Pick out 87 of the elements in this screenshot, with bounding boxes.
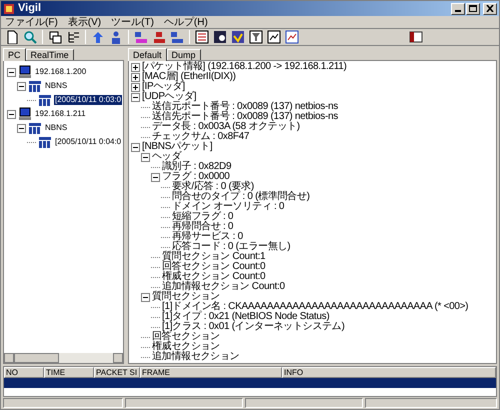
column-header[interactable]: TIME: [44, 367, 94, 378]
list-icon: [195, 30, 209, 44]
tree-item[interactable]: 権威セクション: [152, 342, 220, 352]
window-title: Vigil: [18, 1, 42, 16]
expand-icon[interactable]: [131, 82, 140, 92]
tree-item[interactable]: 再帰問合せ : 0: [172, 222, 234, 232]
tab[interactable]: Default: [128, 48, 167, 61]
tree-item[interactable]: 送信先ポート番号 : 0x0089 (137) netbios-ns: [152, 112, 338, 122]
tree-view-icon: [66, 30, 80, 44]
tree-item[interactable]: フラグ : 0x0000: [162, 172, 230, 182]
tree-item[interactable]: 質問セクション: [152, 292, 220, 302]
tree-item[interactable]: 192.168.1.211: [34, 109, 87, 119]
tree-item[interactable]: [MAC層] (EtherII(DIX)): [142, 72, 236, 82]
tree-item[interactable]: [1]クラス : 0x01 (インターネットシステム): [162, 322, 344, 332]
computer-icon: [18, 107, 32, 121]
arrow-up-icon: [91, 30, 105, 44]
maximize-button[interactable]: [466, 2, 480, 14]
toolbar-button[interactable]: [266, 29, 282, 45]
filter-icon: [249, 30, 263, 44]
toolbar-button[interactable]: [248, 29, 264, 45]
graph-icon: [285, 30, 299, 44]
maximize-icon: [469, 5, 477, 12]
tree-item[interactable]: [UDPヘッダ]: [142, 92, 196, 102]
tab[interactable]: RealTime: [26, 49, 74, 60]
tree-item[interactable]: 問合せのタイプ : 0 (標準問合せ): [172, 192, 310, 202]
menu-item[interactable]: ファイル(F): [5, 14, 58, 30]
toolbar-button[interactable]: [284, 29, 300, 45]
tree-item[interactable]: 再帰サービス : 0: [172, 232, 243, 242]
tree-item[interactable]: [2005/10/11 0:04:0: [54, 137, 122, 147]
collapse-icon[interactable]: [7, 110, 16, 118]
graph-icon: [267, 30, 281, 44]
tree-item[interactable]: 短縮フラグ : 0: [172, 212, 234, 222]
tree-item[interactable]: 権威セクション Count:0: [162, 272, 266, 282]
menu-item[interactable]: ツール(T): [111, 14, 154, 30]
tab[interactable]: Dump: [166, 49, 201, 60]
collapse-icon[interactable]: [141, 152, 150, 162]
tree-item[interactable]: 応答コード : 0 (エラー無し): [172, 242, 290, 252]
tree-item[interactable]: 要求/応答 : 0 (要求): [172, 182, 254, 192]
menu-item[interactable]: 表示(V): [68, 14, 102, 30]
close-button[interactable]: [483, 2, 497, 14]
tree-item[interactable]: 識別子 : 0x82D9: [162, 162, 232, 172]
tree-item[interactable]: 質問セクション Count:1: [162, 252, 266, 262]
menu-item[interactable]: ヘルプ(H): [164, 14, 208, 30]
collapse-icon[interactable]: [7, 68, 16, 76]
toolbar-button[interactable]: [194, 29, 210, 45]
tree-item[interactable]: [2005/10/11 0:03:0: [54, 95, 122, 105]
expand-icon[interactable]: [131, 62, 140, 72]
tree-item[interactable]: データ長 : 0x003A (58 オクテット): [152, 122, 300, 132]
tree-item[interactable]: 回答セクション Count:0: [162, 262, 266, 272]
tree-item[interactable]: [IPヘッダ]: [142, 82, 185, 92]
tab[interactable]: PC: [3, 48, 26, 61]
tree-item[interactable]: 追加情報セクション: [152, 352, 240, 362]
collapse-icon[interactable]: [131, 142, 140, 152]
collapse-icon[interactable]: [17, 82, 26, 90]
column-header[interactable]: INFO: [282, 367, 496, 378]
tree-item[interactable]: NBNS: [44, 123, 68, 133]
column-header[interactable]: PACKET SI: [94, 367, 140, 378]
app-icon: [3, 2, 15, 14]
tree-item[interactable]: 回答セクション: [152, 332, 220, 342]
tree-item[interactable]: [NBNSパケット]: [142, 142, 212, 152]
person-icon: [109, 30, 123, 44]
collapse-icon[interactable]: [151, 172, 160, 182]
column-header[interactable]: NO: [4, 367, 44, 378]
minimize-button[interactable]: [451, 2, 465, 14]
tree-item[interactable]: チェックサム : 0x8F47: [152, 132, 250, 142]
tree-item[interactable]: 追加情報セクション Count:0: [162, 282, 285, 292]
collapse-icon[interactable]: [141, 292, 150, 302]
tree-item[interactable]: [パケット情報] (192.168.1.200 -> 192.168.1.211): [142, 62, 347, 72]
minimize-icon: [455, 10, 461, 12]
tree-item[interactable]: 送信元ポート番号 : 0x0089 (137) netbios-ns: [152, 102, 338, 112]
toolbar-button[interactable]: [47, 29, 63, 45]
collapse-icon[interactable]: [131, 92, 140, 102]
computer-icon: [18, 65, 32, 79]
horizontal-scrollbar[interactable]: [4, 353, 123, 363]
new-document-icon: [5, 30, 19, 44]
tree-item[interactable]: 192.168.1.200: [34, 67, 88, 77]
column-header[interactable]: FRAME: [140, 367, 282, 378]
tree-item[interactable]: ヘッダ: [152, 152, 182, 162]
tree-item[interactable]: [1]ドメイン名 : CKAAAAAAAAAAAAAAAAAAAAAAAAAAAAAA (* <00>): [162, 302, 468, 312]
tree-item[interactable]: NBNS: [44, 81, 68, 91]
close-icon: [486, 5, 494, 12]
collapse-icon[interactable]: [17, 124, 26, 132]
tree-item[interactable]: [1]タイプ : 0x21 (NetBIOS Node Status): [162, 312, 330, 322]
search-icon: [23, 30, 37, 44]
expand-icon[interactable]: [131, 72, 140, 82]
windows-icon: [48, 30, 62, 44]
tree-item[interactable]: ドメイン オーソリティ : 0: [172, 202, 284, 212]
